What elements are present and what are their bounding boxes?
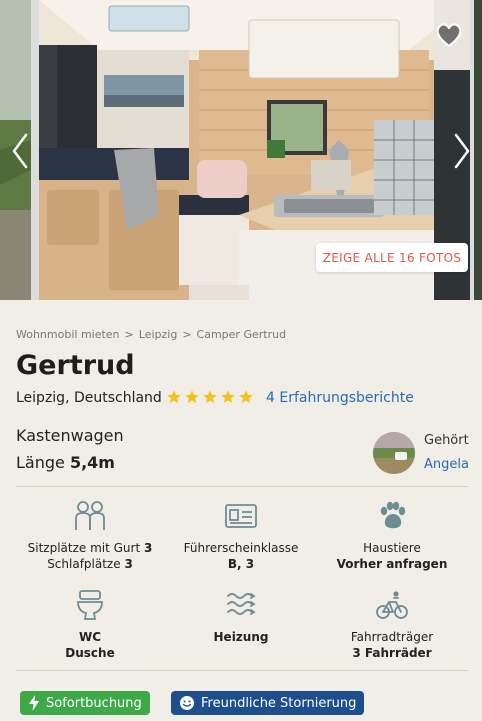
beds-line: Schlafplätze 3	[47, 557, 133, 571]
length-value: 5,4m	[69, 453, 115, 472]
chevron-right-icon[interactable]	[452, 133, 472, 169]
star-icon	[221, 390, 235, 403]
bicycle-icon	[376, 591, 408, 619]
length-label: Länge	[16, 453, 65, 472]
next-photo-thumbnail[interactable]	[474, 0, 482, 300]
toilet-label: WC	[78, 630, 102, 644]
breadcrumb: Wohnmobil mieten > Leipzig > Camper Gert…	[16, 328, 286, 341]
show-all-photos-button[interactable]: ZEIGE ALLE 16 FOTOS	[316, 243, 468, 272]
instant-booking-badge: Sofortbuchung	[20, 691, 150, 715]
listing-location: Leipzig, Deutschland	[16, 390, 162, 406]
feature-license: Führerscheinklasse B, 3	[166, 500, 316, 572]
reviews-link[interactable]: 4 Erfahrungsberichte	[266, 390, 414, 406]
owner-label: Gehört	[424, 433, 469, 448]
bike-rack-value: 3 Fahrräder	[352, 646, 432, 660]
seats-line: Sitzplätze mit Gurt 3	[27, 541, 153, 555]
feature-pets: Haustiere Vorher anfragen	[317, 500, 467, 572]
toilet-icon	[77, 590, 103, 620]
license-value: B, 3	[227, 557, 255, 571]
instant-booking-label: Sofortbuchung	[46, 695, 142, 711]
star-icon	[203, 390, 217, 403]
feature-seats: Sitzplätze mit Gurt 3 Schlafplätze 3	[15, 500, 165, 572]
feature-heating: Heizung	[166, 589, 316, 645]
license-label: Führerscheinklasse	[183, 541, 299, 555]
feature-bike-rack: Fahrradträger 3 Fahrräder	[317, 589, 467, 661]
vehicle-length: Länge 5,4m	[16, 453, 115, 472]
flexible-cancellation-badge: Freundliche Stornierung	[171, 691, 365, 715]
listing-title: Gertrud	[16, 350, 135, 381]
star-icon	[239, 390, 253, 403]
owner-name-link[interactable]: Angela	[424, 457, 469, 472]
owner-avatar[interactable]	[373, 432, 415, 474]
heating-icon	[227, 593, 256, 615]
paw-icon	[380, 501, 406, 529]
pets-value: Vorher anfragen	[336, 557, 448, 571]
bike-rack-label: Fahrradträger	[350, 630, 434, 644]
seats-icon	[75, 501, 105, 530]
divider	[16, 670, 468, 671]
flexible-cancellation-label: Freundliche Stornierung	[201, 695, 357, 711]
lightning-icon	[29, 695, 39, 711]
vehicle-type: Kastenwagen	[16, 426, 124, 445]
divider	[16, 486, 468, 487]
chevron-left-icon[interactable]	[10, 133, 30, 169]
breadcrumb-item-current: Camper Gertrud	[196, 328, 287, 341]
breadcrumb-item-city[interactable]: Leipzig	[139, 328, 178, 341]
heating-label: Heizung	[213, 630, 269, 644]
smiley-icon	[180, 696, 194, 710]
breadcrumb-separator: >	[124, 328, 134, 341]
star-icon	[167, 390, 181, 403]
shower-label: Dusche	[65, 646, 115, 660]
breadcrumb-separator: >	[182, 328, 192, 341]
license-icon	[225, 504, 257, 528]
pets-label: Haustiere	[363, 541, 421, 555]
star-icon	[185, 390, 199, 403]
heart-icon[interactable]	[434, 20, 464, 50]
rating-stars	[166, 389, 254, 405]
photo-gallery[interactable]: ZEIGE ALLE 16 FOTOS	[0, 0, 482, 300]
breadcrumb-item-rent[interactable]: Wohnmobil mieten	[16, 328, 120, 341]
feature-toilet: WC Dusche	[15, 589, 165, 661]
